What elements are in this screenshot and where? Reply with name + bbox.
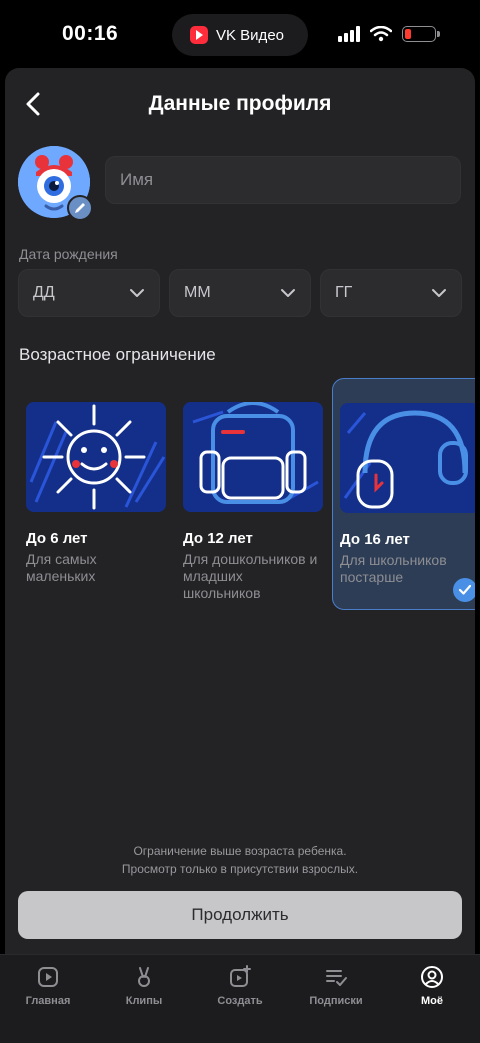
wifi-icon [370,26,392,42]
continue-button[interactable]: Продолжить [18,891,462,939]
age-option-description: Для самых маленьких [26,551,97,584]
subscriptions-icon [326,970,347,986]
headphones-drawing-icon [340,403,475,513]
profile-sheet: Данные профиля Дата рождения ДД ММ [5,68,475,954]
sun-drawing-icon [26,402,166,512]
tab-create[interactable]: Создать [192,955,288,1043]
create-icon [230,965,251,987]
header: Данные профиля [5,68,475,140]
chevron-down-icon [130,289,144,297]
status-bar: 00:16 VK Видео [0,0,480,66]
clips-icon [138,967,150,987]
restriction-notice: Ограничение выше возраста ребенка. Просм… [5,842,475,878]
name-input[interactable] [105,156,461,204]
chevron-down-icon [281,289,295,297]
selected-check-icon [453,578,475,602]
age-option-title: До 16 лет [340,531,410,548]
age-restriction-label: Возрастное ограничение [19,345,216,364]
tab-subscriptions[interactable]: Подписки [288,955,384,1043]
tab-label: Моё [421,995,443,1007]
age-option-title: До 6 лет [26,530,88,547]
month-select[interactable]: ММ [169,269,311,317]
app-pill[interactable]: VK Видео [172,14,308,56]
day-select[interactable]: ДД [18,269,160,317]
chevron-down-icon [432,289,446,297]
age-option-12[interactable]: До 12 лет Для дошкольников и младших шко… [175,378,328,610]
status-time: 00:16 [62,22,119,45]
page-title: Данные профиля [148,92,332,115]
pencil-icon [75,203,85,213]
video-icon [38,967,58,987]
age-option-description: Для дошкольников и младших школьников [183,551,318,601]
tab-label: Клипы [125,995,163,1007]
age-option-6[interactable]: До 6 лет Для самых маленьких [18,378,171,610]
app-pill-label: VK Видео [216,26,284,44]
system-icons [338,26,440,42]
vk-video-logo-icon [190,26,208,44]
backpack-drawing-icon [183,402,323,512]
age-options: До 6 лет Для самых маленьких До 12 лет Д… [18,378,475,618]
avatar-edit-button[interactable] [67,195,93,221]
month-select-label: ММ [184,284,211,301]
tab-clips[interactable]: Клипы [96,955,192,1043]
notice-line-2: Просмотр только в присутствии взрослых. [121,862,359,876]
age-option-title: До 12 лет [183,530,253,547]
tab-label: Подписки [309,995,363,1007]
age-option-description: Для школьников постарше [340,552,447,585]
year-select-label: ГГ [335,284,353,301]
profile-icon [421,966,443,988]
tab-home[interactable]: Главная [0,955,96,1043]
year-select[interactable]: ГГ [320,269,462,317]
birth-date-label: Дата рождения [19,246,118,262]
tab-label: Главная [25,995,71,1007]
day-select-label: ДД [33,284,55,301]
battery-icon [402,26,440,42]
notice-line-1: Ограничение выше возраста ребенка. [133,844,347,858]
tab-bar: Главная Клипы Создать Подписки Моё [0,954,480,1043]
birth-date-row: ДД ММ ГГ [18,269,462,317]
age-option-16[interactable]: До 16 лет Для школьников постарше [332,378,475,610]
tab-label: Создать [217,995,263,1007]
tab-mine[interactable]: Моё [384,955,480,1043]
signal-icon [338,26,360,42]
